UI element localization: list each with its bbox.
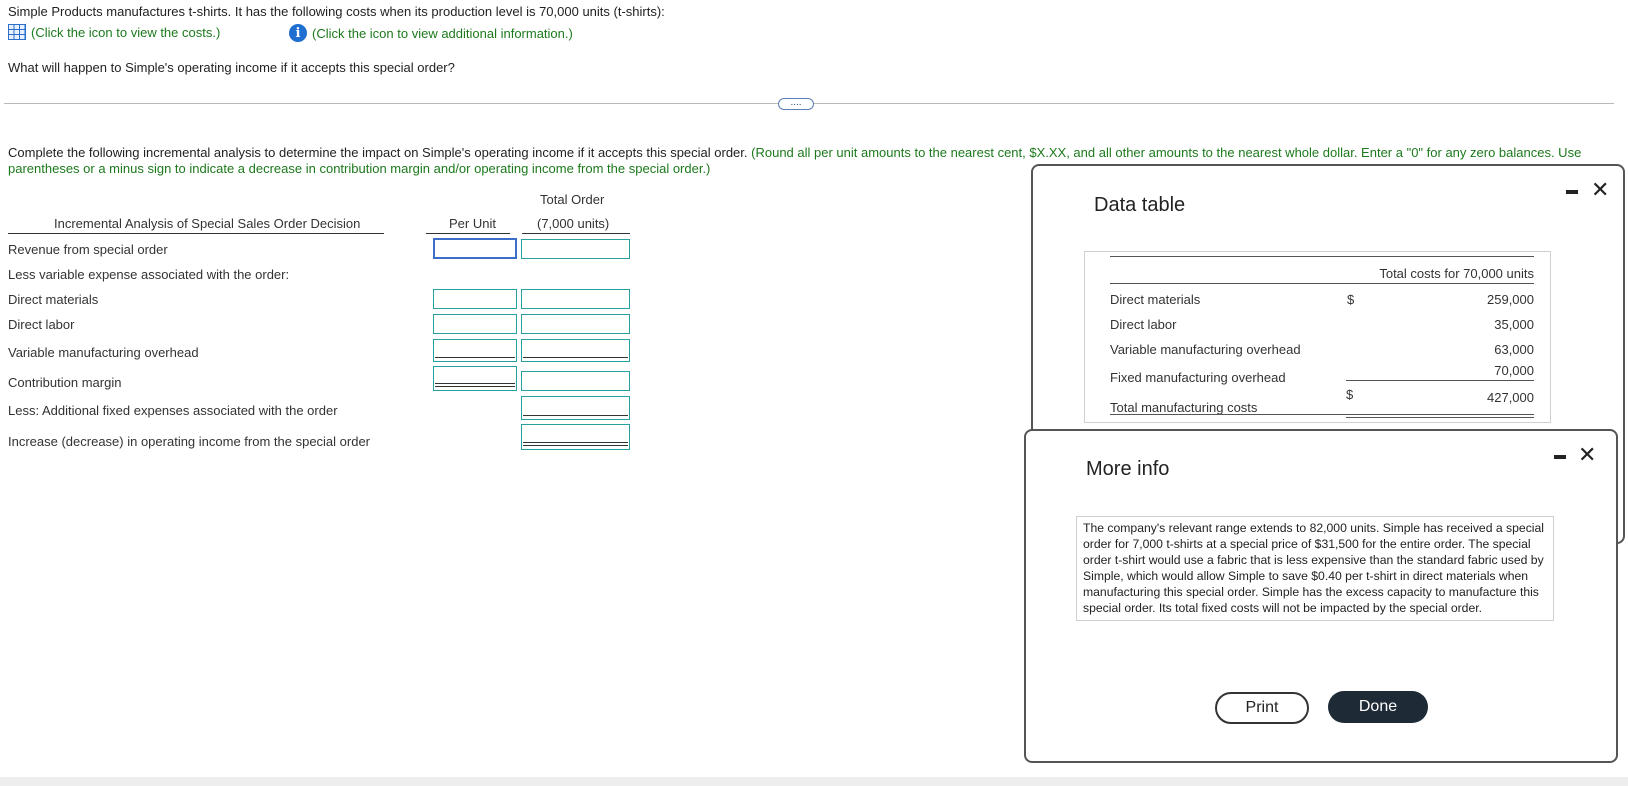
data-table-row-label: Variable manufacturing overhead — [1110, 342, 1301, 357]
more-info-text: The company's relevant range extends to … — [1076, 516, 1554, 621]
view-info-link[interactable]: i (Click the icon to view additional inf… — [289, 24, 573, 42]
dm-per-unit-input[interactable] — [433, 289, 517, 309]
total-rule-2 — [1346, 417, 1534, 418]
vmo-per-unit-input[interactable] — [433, 339, 517, 362]
dm-total-input[interactable] — [521, 289, 630, 309]
data-table-minimize-button[interactable] — [1566, 190, 1578, 194]
more-info-title: More info — [1086, 458, 1170, 480]
more-info-modal: More info ✕ The company's relevant range… — [1024, 429, 1618, 763]
per-unit-header: Per Unit — [449, 216, 496, 231]
data-table-column-header: Total costs for 70,000 units — [1379, 266, 1534, 281]
row-revenue: Revenue from special order — [8, 242, 168, 257]
revenue-per-unit-input[interactable] — [433, 238, 517, 259]
dollar-sign: $ — [1346, 387, 1354, 402]
data-table-row-value: 427,000 — [1487, 390, 1534, 405]
header-rule-total — [522, 233, 630, 234]
instructions-main: Complete the following incremental analy… — [8, 145, 748, 160]
cm-per-unit-input[interactable] — [433, 366, 517, 391]
data-table-title: Data table — [1094, 194, 1186, 216]
analysis-table-title: Incremental Analysis of Special Sales Or… — [54, 216, 361, 231]
view-costs-label[interactable]: (Click the icon to view the costs.) — [31, 25, 220, 40]
total-order-header-2: (7,000 units) — [537, 216, 610, 231]
fixed-total-input[interactable] — [521, 396, 630, 420]
print-button[interactable]: Print — [1215, 692, 1309, 724]
data-table-row-value: 259,000 — [1487, 292, 1534, 307]
subtotal-rule — [1346, 380, 1534, 381]
data-table-row-value: 35,000 — [1494, 317, 1534, 332]
data-table-box: Total costs for 70,000 units Direct mate… — [1084, 251, 1551, 423]
revenue-total-input[interactable] — [521, 239, 630, 259]
row-direct-labor: Direct labor — [8, 317, 75, 332]
data-table-row-value: 70,000 — [1494, 363, 1534, 378]
data-table-row-label: Direct labor — [1110, 317, 1177, 332]
total-order-header-1: Total Order — [540, 192, 605, 207]
row-direct-materials: Direct materials — [8, 292, 99, 307]
view-info-label[interactable]: (Click the icon to view additional infor… — [312, 26, 573, 41]
data-table-row-value: 63,000 — [1494, 342, 1534, 357]
dl-total-input[interactable] — [521, 314, 630, 334]
expand-more-button[interactable]: .... — [778, 98, 814, 110]
row-additional-fixed: Less: Additional fixed expenses associat… — [8, 403, 338, 418]
data-table-row-label: Direct materials — [1110, 292, 1201, 307]
info-icon[interactable]: i — [289, 24, 307, 42]
row-less-variable: Less variable expense associated with th… — [8, 267, 290, 282]
row-contribution-margin: Contribution margin — [8, 375, 122, 390]
total-rule-1 — [1110, 414, 1534, 415]
question-text: What will happen to Simple's operating i… — [8, 60, 455, 75]
header-rule-label — [8, 233, 384, 234]
more-info-minimize-button[interactable] — [1554, 455, 1566, 459]
dl-per-unit-input[interactable] — [433, 314, 517, 334]
view-costs-link[interactable]: (Click the icon to view the costs.) — [8, 24, 220, 40]
operating-income-total-input[interactable] — [521, 424, 630, 450]
footer-bar — [0, 777, 1628, 786]
row-variable-overhead: Variable manufacturing overhead — [8, 345, 199, 360]
intro-text: Simple Products manufactures t-shirts. I… — [8, 4, 665, 19]
more-info-close-button[interactable]: ✕ — [1578, 444, 1596, 466]
data-table-header-rule — [1110, 283, 1534, 284]
vmo-total-input[interactable] — [521, 339, 630, 362]
done-button[interactable]: Done — [1328, 691, 1428, 723]
table-icon[interactable] — [8, 24, 26, 40]
data-table-row-label: Total manufacturing costs — [1110, 400, 1258, 415]
data-table-row-label: Fixed manufacturing overhead — [1110, 370, 1286, 385]
data-table-top-rule — [1110, 256, 1534, 257]
cm-total-input[interactable] — [521, 371, 630, 391]
data-table-close-button[interactable]: ✕ — [1591, 179, 1609, 201]
row-operating-income: Increase (decrease) in operating income … — [8, 434, 371, 449]
dollar-sign: $ — [1347, 292, 1355, 307]
header-rule-per-unit — [426, 233, 510, 234]
